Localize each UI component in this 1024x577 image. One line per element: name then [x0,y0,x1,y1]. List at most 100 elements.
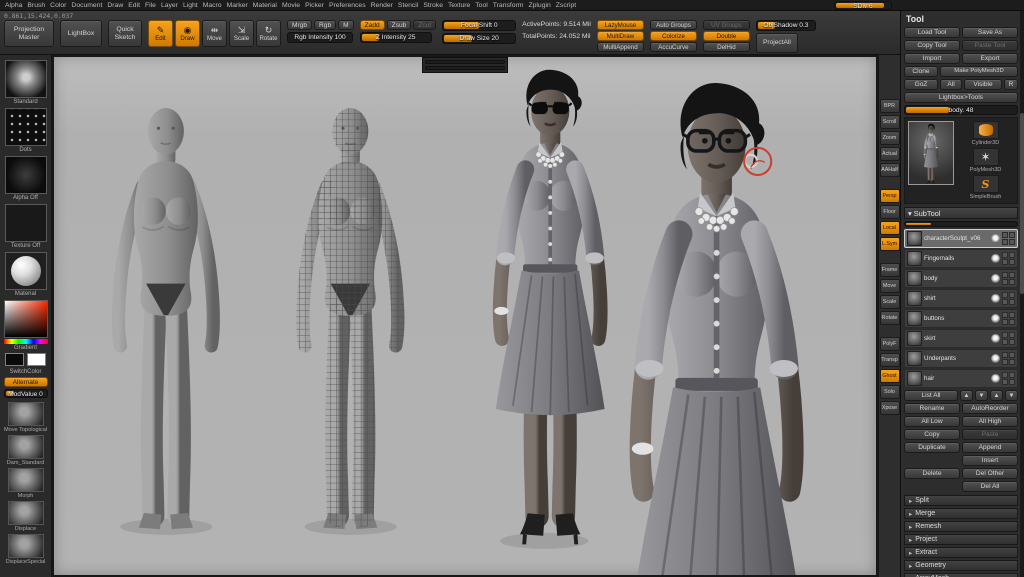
zadd-button[interactable]: Zadd [360,20,385,30]
current-alpha-thumbnail[interactable] [5,156,47,194]
subtool-options-icons[interactable] [1002,312,1015,325]
current-tool-thumbnail[interactable] [908,121,954,185]
menu-item[interactable]: Stencil [398,2,418,9]
draw-size-slider[interactable]: Draw Size 20 [442,33,516,44]
section-header[interactable]: ▸ Merge [904,508,1018,519]
menu-item[interactable]: Document [71,2,102,9]
hue-strip[interactable] [4,339,48,344]
subtool-action-button[interactable]: Insert [962,455,1018,466]
eye-icon[interactable] [991,274,1000,283]
tool-item-polymesh3d[interactable]: ✶ PolyMesh3D [957,148,1014,173]
shelf-button[interactable]: Solo [880,385,900,399]
subtool-options-icons[interactable] [1002,372,1015,385]
subtool-options-icons[interactable] [1002,232,1015,245]
menu-item[interactable]: Stroke [423,2,443,9]
tool-item-cylinder3d[interactable]: Cylinder3D [957,121,1014,146]
subtool-row[interactable]: Underpants [904,349,1018,368]
subtool-down-button[interactable]: ▼ [975,390,988,401]
toggle-button[interactable]: UV Groups [703,20,750,30]
canvas-mini-sliders[interactable] [422,57,508,73]
shelf-button[interactable]: L.Sym [880,237,900,251]
shelf-button[interactable]: BPR [880,99,900,113]
eye-icon[interactable] [991,234,1000,243]
subtool-action-button[interactable]: Delete [904,468,960,479]
subtool-action-button[interactable]: Paste [962,429,1018,440]
lightbox-tools-button[interactable]: Lightbox>Tools [904,92,1018,103]
menu-item[interactable]: File [145,2,156,9]
subtool-options-icons[interactable] [1002,292,1015,305]
rgb-button[interactable]: Rgb [314,20,336,30]
menu-item[interactable]: Material [253,2,277,9]
toggle-button[interactable]: AccuCurve [650,42,697,52]
subtool-options-icons[interactable] [1002,272,1015,285]
subtool-scroll-slider[interactable] [904,221,1018,227]
palette-section-header[interactable]: ▸ ArrayMesh [904,573,1018,577]
toggle-button[interactable]: MultiAppend [597,42,644,52]
zcut-button[interactable]: Zcut [413,20,436,30]
shelf-button[interactable]: Persp [880,189,900,203]
subtool-row[interactable]: body [904,269,1018,288]
eye-icon[interactable] [991,254,1000,263]
shelf-button[interactable]: Move [880,279,900,293]
shelf-button[interactable]: Rotate [880,311,900,325]
color-picker[interactable] [4,300,48,338]
sculpt-canvas[interactable] [54,57,876,575]
move-button[interactable]: ⇹ Move [202,20,227,47]
section-header[interactable]: ▸ Project [904,534,1018,545]
menu-item[interactable]: Marker [227,2,248,9]
subtool-action-button[interactable]: Append [962,442,1018,453]
shelf-button[interactable]: Ghost [880,369,900,383]
toggle-button[interactable]: Colorize [650,31,697,41]
menu-item[interactable]: Transform [493,2,524,9]
eye-icon[interactable] [991,354,1000,363]
paste-tool-button[interactable]: Paste Tool [962,40,1018,51]
current-stroke-thumbnail[interactable] [5,108,47,146]
load-tool-button[interactable]: Load Tool [904,27,960,38]
menu-item[interactable]: Light [183,2,198,9]
shelf-button[interactable]: AAHalf [880,163,900,177]
copy-tool-button[interactable]: Copy Tool [904,40,960,51]
goz-all-button[interactable]: All [940,79,962,90]
toggle-button[interactable]: Auto Groups [650,20,697,30]
shelf-button[interactable]: Transp [880,353,900,367]
subtool-row[interactable]: hair [904,369,1018,388]
shelf-button[interactable]: Scroll [880,115,900,129]
main-color-swatch[interactable] [5,353,24,366]
make-polymesh3d-button[interactable]: Make PolyMesh3D [940,66,1018,77]
menu-item[interactable]: Texture [448,2,470,9]
save-as-button[interactable]: Save As [962,27,1018,38]
clone-button[interactable]: Clone [904,66,938,77]
toggle-button[interactable]: DelHid [703,42,750,52]
scale-button[interactable]: ⇲ Scale [229,20,254,47]
shelf-button[interactable]: PolyF [880,337,900,351]
menu-item[interactable]: Zplugin [528,2,550,9]
quick-brush[interactable]: Dam_Standard [1,435,51,466]
panel-scrollbar[interactable] [1020,11,1024,577]
subtool-row[interactable]: characterSculpt_v06 [904,229,1018,248]
shelf-button[interactable]: Floor [880,205,900,219]
quick-sketch-button[interactable]: Quick Sketch [108,20,142,47]
lightbox-button[interactable]: LightBox [60,20,102,47]
menu-item[interactable]: Brush [27,2,45,9]
model-clothed-closeup[interactable] [632,83,799,575]
shelf-button[interactable]: Scale [880,295,900,309]
model-wireframe-sculpt[interactable] [303,108,398,529]
menu-item[interactable]: Draw [107,2,123,9]
shelf-button[interactable]: Actual [880,147,900,161]
section-header[interactable]: ▸ Split [904,495,1018,506]
section-header[interactable]: ▸ Remesh [904,521,1018,532]
projectall-button[interactable]: ProjectAll [756,33,798,53]
subtool-options-icons[interactable] [1002,332,1015,345]
secondary-color-swatch[interactable] [27,353,46,366]
menu-item[interactable]: Tool [475,2,487,9]
goz-visible-button[interactable]: Visible [964,79,1002,90]
goz-button[interactable]: GoZ [904,79,938,90]
menu-item[interactable]: Preferences [329,2,366,9]
shelf-button[interactable]: Local [880,221,900,235]
subtool-bottom-button[interactable]: ▼ [1005,390,1018,401]
mrgb-button[interactable]: Mrgb [287,20,312,30]
shelf-button[interactable]: Frame [880,263,900,277]
alternate-button[interactable]: Alternate [4,377,48,387]
menu-item[interactable]: Alpha [5,2,22,9]
subtool-row[interactable]: buttons [904,309,1018,328]
